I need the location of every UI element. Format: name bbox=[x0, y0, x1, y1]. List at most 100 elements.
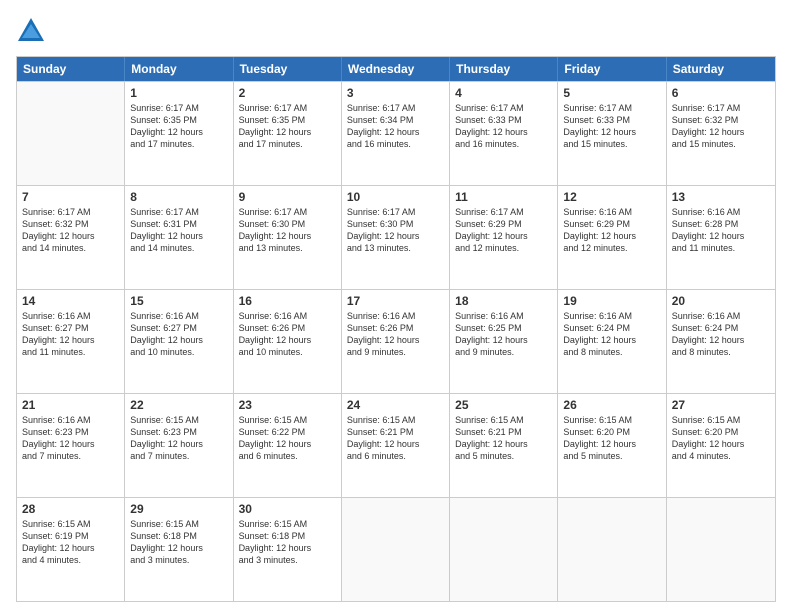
day-info: Sunrise: 6:16 AMSunset: 6:27 PMDaylight:… bbox=[130, 310, 227, 359]
day-number: 18 bbox=[455, 294, 552, 308]
day-cell-2: 2 Sunrise: 6:17 AMSunset: 6:35 PMDaylight… bbox=[234, 82, 342, 185]
day-cell-14: 14Sunrise: 6:16 AMSunset: 6:27 PMDayligh… bbox=[17, 290, 125, 393]
day-number: 1 bbox=[130, 86, 227, 100]
day-cell-8: 8Sunrise: 6:17 AMSunset: 6:31 PMDaylight… bbox=[125, 186, 233, 289]
header bbox=[16, 16, 776, 46]
day-cell-27: 27 Sunrise: 6:15 AMSunset: 6:20 PMDayligh… bbox=[667, 394, 775, 497]
logo-icon bbox=[16, 16, 46, 46]
day-number: 17 bbox=[347, 294, 444, 308]
day-info: Sunrise: 6:17 AMSunset: 6:35 PMDaylight:… bbox=[130, 102, 227, 151]
day-number: 5 bbox=[563, 86, 660, 100]
day-info: Sunrise: 6:16 AMSunset: 6:25 PMDaylight:… bbox=[455, 310, 552, 359]
day-cell-21: 21 Sunrise: 6:16 AMSunset: 6:23 PMDayligh… bbox=[17, 394, 125, 497]
day-number: 19 bbox=[563, 294, 660, 308]
calendar-row-2: 7 Sunrise: 6:17 AMSunset: 6:32 PMDaylight… bbox=[17, 185, 775, 289]
day-cell-11: 11Sunrise: 6:17 AMSunset: 6:29 PMDayligh… bbox=[450, 186, 558, 289]
day-info: Sunrise: 6:15 AMSunset: 6:18 PMDaylight:… bbox=[130, 518, 227, 567]
day-cell-19: 19 Sunrise: 6:16 AMSunset: 6:24 PMDayligh… bbox=[558, 290, 666, 393]
calendar: SundayMondayTuesdayWednesdayThursdayFrid… bbox=[16, 56, 776, 602]
calendar-body: 1 Sunrise: 6:17 AMSunset: 6:35 PMDaylight… bbox=[17, 81, 775, 601]
empty-cell bbox=[342, 498, 450, 601]
day-header-wednesday: Wednesday bbox=[342, 57, 450, 81]
day-header-tuesday: Tuesday bbox=[234, 57, 342, 81]
empty-cell bbox=[667, 498, 775, 601]
day-info: Sunrise: 6:17 AMSunset: 6:32 PMDaylight:… bbox=[672, 102, 770, 151]
calendar-row-3: 14Sunrise: 6:16 AMSunset: 6:27 PMDayligh… bbox=[17, 289, 775, 393]
day-cell-29: 29 Sunrise: 6:15 AMSunset: 6:18 PMDayligh… bbox=[125, 498, 233, 601]
day-number: 29 bbox=[130, 502, 227, 516]
day-number: 12 bbox=[563, 190, 660, 204]
day-cell-18: 18 Sunrise: 6:16 AMSunset: 6:25 PMDayligh… bbox=[450, 290, 558, 393]
day-header-thursday: Thursday bbox=[450, 57, 558, 81]
day-cell-1: 1 Sunrise: 6:17 AMSunset: 6:35 PMDaylight… bbox=[125, 82, 233, 185]
empty-cell bbox=[450, 498, 558, 601]
day-info: Sunrise: 6:17 AMSunset: 6:29 PMDaylight:… bbox=[455, 206, 552, 255]
day-cell-20: 20 Sunrise: 6:16 AMSunset: 6:24 PMDayligh… bbox=[667, 290, 775, 393]
day-cell-10: 10 Sunrise: 6:17 AMSunset: 6:30 PMDayligh… bbox=[342, 186, 450, 289]
day-info: Sunrise: 6:17 AMSunset: 6:30 PMDaylight:… bbox=[347, 206, 444, 255]
day-number: 25 bbox=[455, 398, 552, 412]
day-cell-26: 26 Sunrise: 6:15 AMSunset: 6:20 PMDayligh… bbox=[558, 394, 666, 497]
day-info: Sunrise: 6:17 AMSunset: 6:34 PMDaylight:… bbox=[347, 102, 444, 151]
day-header-friday: Friday bbox=[558, 57, 666, 81]
day-number: 3 bbox=[347, 86, 444, 100]
day-info: Sunrise: 6:15 AMSunset: 6:21 PMDaylight:… bbox=[347, 414, 444, 463]
calendar-header: SundayMondayTuesdayWednesdayThursdayFrid… bbox=[17, 57, 775, 81]
day-info: Sunrise: 6:15 AMSunset: 6:20 PMDaylight:… bbox=[563, 414, 660, 463]
day-number: 13 bbox=[672, 190, 770, 204]
day-number: 23 bbox=[239, 398, 336, 412]
day-number: 10 bbox=[347, 190, 444, 204]
day-number: 2 bbox=[239, 86, 336, 100]
day-number: 7 bbox=[22, 190, 119, 204]
day-info: Sunrise: 6:15 AMSunset: 6:20 PMDaylight:… bbox=[672, 414, 770, 463]
day-number: 21 bbox=[22, 398, 119, 412]
day-header-sunday: Sunday bbox=[17, 57, 125, 81]
day-info: Sunrise: 6:15 AMSunset: 6:21 PMDaylight:… bbox=[455, 414, 552, 463]
day-info: Sunrise: 6:15 AMSunset: 6:19 PMDaylight:… bbox=[22, 518, 119, 567]
day-number: 8 bbox=[130, 190, 227, 204]
day-info: Sunrise: 6:16 AMSunset: 6:24 PMDaylight:… bbox=[672, 310, 770, 359]
day-cell-3: 3 Sunrise: 6:17 AMSunset: 6:34 PMDaylight… bbox=[342, 82, 450, 185]
day-info: Sunrise: 6:16 AMSunset: 6:23 PMDaylight:… bbox=[22, 414, 119, 463]
day-cell-24: 24Sunrise: 6:15 AMSunset: 6:21 PMDayligh… bbox=[342, 394, 450, 497]
day-info: Sunrise: 6:15 AMSunset: 6:22 PMDaylight:… bbox=[239, 414, 336, 463]
day-number: 20 bbox=[672, 294, 770, 308]
day-info: Sunrise: 6:16 AMSunset: 6:26 PMDaylight:… bbox=[239, 310, 336, 359]
calendar-row-5: 28 Sunrise: 6:15 AMSunset: 6:19 PMDayligh… bbox=[17, 497, 775, 601]
day-info: Sunrise: 6:15 AMSunset: 6:23 PMDaylight:… bbox=[130, 414, 227, 463]
calendar-row-4: 21 Sunrise: 6:16 AMSunset: 6:23 PMDayligh… bbox=[17, 393, 775, 497]
day-number: 26 bbox=[563, 398, 660, 412]
day-number: 22 bbox=[130, 398, 227, 412]
day-info: Sunrise: 6:16 AMSunset: 6:27 PMDaylight:… bbox=[22, 310, 119, 359]
day-cell-6: 6 Sunrise: 6:17 AMSunset: 6:32 PMDaylight… bbox=[667, 82, 775, 185]
day-cell-4: 4 Sunrise: 6:17 AMSunset: 6:33 PMDaylight… bbox=[450, 82, 558, 185]
logo bbox=[16, 16, 48, 46]
day-cell-15: 15Sunrise: 6:16 AMSunset: 6:27 PMDayligh… bbox=[125, 290, 233, 393]
day-cell-5: 5 Sunrise: 6:17 AMSunset: 6:33 PMDaylight… bbox=[558, 82, 666, 185]
day-info: Sunrise: 6:17 AMSunset: 6:33 PMDaylight:… bbox=[455, 102, 552, 151]
day-number: 9 bbox=[239, 190, 336, 204]
day-info: Sunrise: 6:16 AMSunset: 6:24 PMDaylight:… bbox=[563, 310, 660, 359]
day-cell-7: 7 Sunrise: 6:17 AMSunset: 6:32 PMDaylight… bbox=[17, 186, 125, 289]
main-container: SundayMondayTuesdayWednesdayThursdayFrid… bbox=[0, 0, 792, 612]
day-info: Sunrise: 6:16 AMSunset: 6:29 PMDaylight:… bbox=[563, 206, 660, 255]
day-cell-23: 23 Sunrise: 6:15 AMSunset: 6:22 PMDayligh… bbox=[234, 394, 342, 497]
day-info: Sunrise: 6:17 AMSunset: 6:30 PMDaylight:… bbox=[239, 206, 336, 255]
day-cell-13: 13 Sunrise: 6:16 AMSunset: 6:28 PMDayligh… bbox=[667, 186, 775, 289]
day-number: 27 bbox=[672, 398, 770, 412]
day-number: 28 bbox=[22, 502, 119, 516]
day-number: 30 bbox=[239, 502, 336, 516]
day-info: Sunrise: 6:16 AMSunset: 6:28 PMDaylight:… bbox=[672, 206, 770, 255]
day-number: 4 bbox=[455, 86, 552, 100]
day-cell-30: 30Sunrise: 6:15 AMSunset: 6:18 PMDayligh… bbox=[234, 498, 342, 601]
day-cell-22: 22 Sunrise: 6:15 AMSunset: 6:23 PMDayligh… bbox=[125, 394, 233, 497]
day-info: Sunrise: 6:17 AMSunset: 6:35 PMDaylight:… bbox=[239, 102, 336, 151]
day-number: 6 bbox=[672, 86, 770, 100]
day-header-saturday: Saturday bbox=[667, 57, 775, 81]
day-cell-17: 17 Sunrise: 6:16 AMSunset: 6:26 PMDayligh… bbox=[342, 290, 450, 393]
day-info: Sunrise: 6:17 AMSunset: 6:32 PMDaylight:… bbox=[22, 206, 119, 255]
day-number: 16 bbox=[239, 294, 336, 308]
day-info: Sunrise: 6:16 AMSunset: 6:26 PMDaylight:… bbox=[347, 310, 444, 359]
day-cell-25: 25 Sunrise: 6:15 AMSunset: 6:21 PMDayligh… bbox=[450, 394, 558, 497]
day-info: Sunrise: 6:17 AMSunset: 6:33 PMDaylight:… bbox=[563, 102, 660, 151]
